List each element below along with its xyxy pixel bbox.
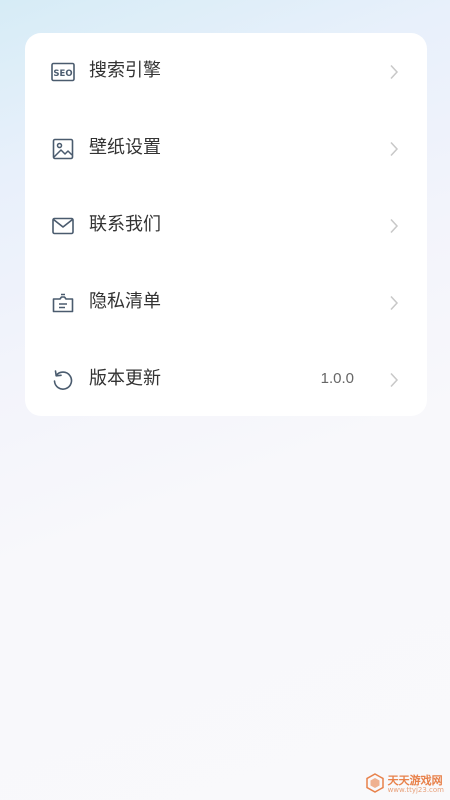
- watermark-logo-icon: [365, 773, 385, 797]
- mail-icon: [51, 214, 75, 238]
- watermark-url: www.ttyj23.com: [387, 786, 444, 795]
- chevron-right-icon: [389, 372, 399, 388]
- menu-item-version-update[interactable]: 版本更新 1.0.0: [25, 341, 427, 418]
- menu-item-wallpaper[interactable]: 壁纸设置: [25, 110, 427, 187]
- watermark: 天天游戏网 www.ttyj23.com: [365, 773, 444, 797]
- menu-item-privacy-list[interactable]: 隐私清单: [25, 264, 427, 341]
- menu-item-search-engine[interactable]: SEO 搜索引擎: [25, 33, 427, 110]
- seo-icon: SEO: [51, 60, 75, 84]
- chevron-right-icon: [389, 141, 399, 157]
- menu-item-label: 版本更新: [89, 368, 161, 389]
- menu-item-label: 壁纸设置: [89, 137, 161, 158]
- refresh-icon: [51, 368, 75, 392]
- privacy-list-icon: [51, 291, 75, 315]
- svg-text:SEO: SEO: [53, 69, 72, 79]
- image-icon: [51, 137, 75, 161]
- menu-item-contact-us[interactable]: 联系我们: [25, 187, 427, 264]
- version-value: 1.0.0: [320, 370, 354, 387]
- chevron-right-icon: [389, 218, 399, 234]
- chevron-right-icon: [389, 64, 399, 80]
- settings-card: SEO 搜索引擎 壁纸设置 联系我们 隐私清单 版本更新 1.0.0: [25, 33, 427, 416]
- chevron-right-icon: [389, 295, 399, 311]
- menu-item-label: 联系我们: [89, 214, 161, 235]
- menu-item-label: 隐私清单: [89, 291, 161, 312]
- menu-item-label: 搜索引擎: [89, 60, 161, 81]
